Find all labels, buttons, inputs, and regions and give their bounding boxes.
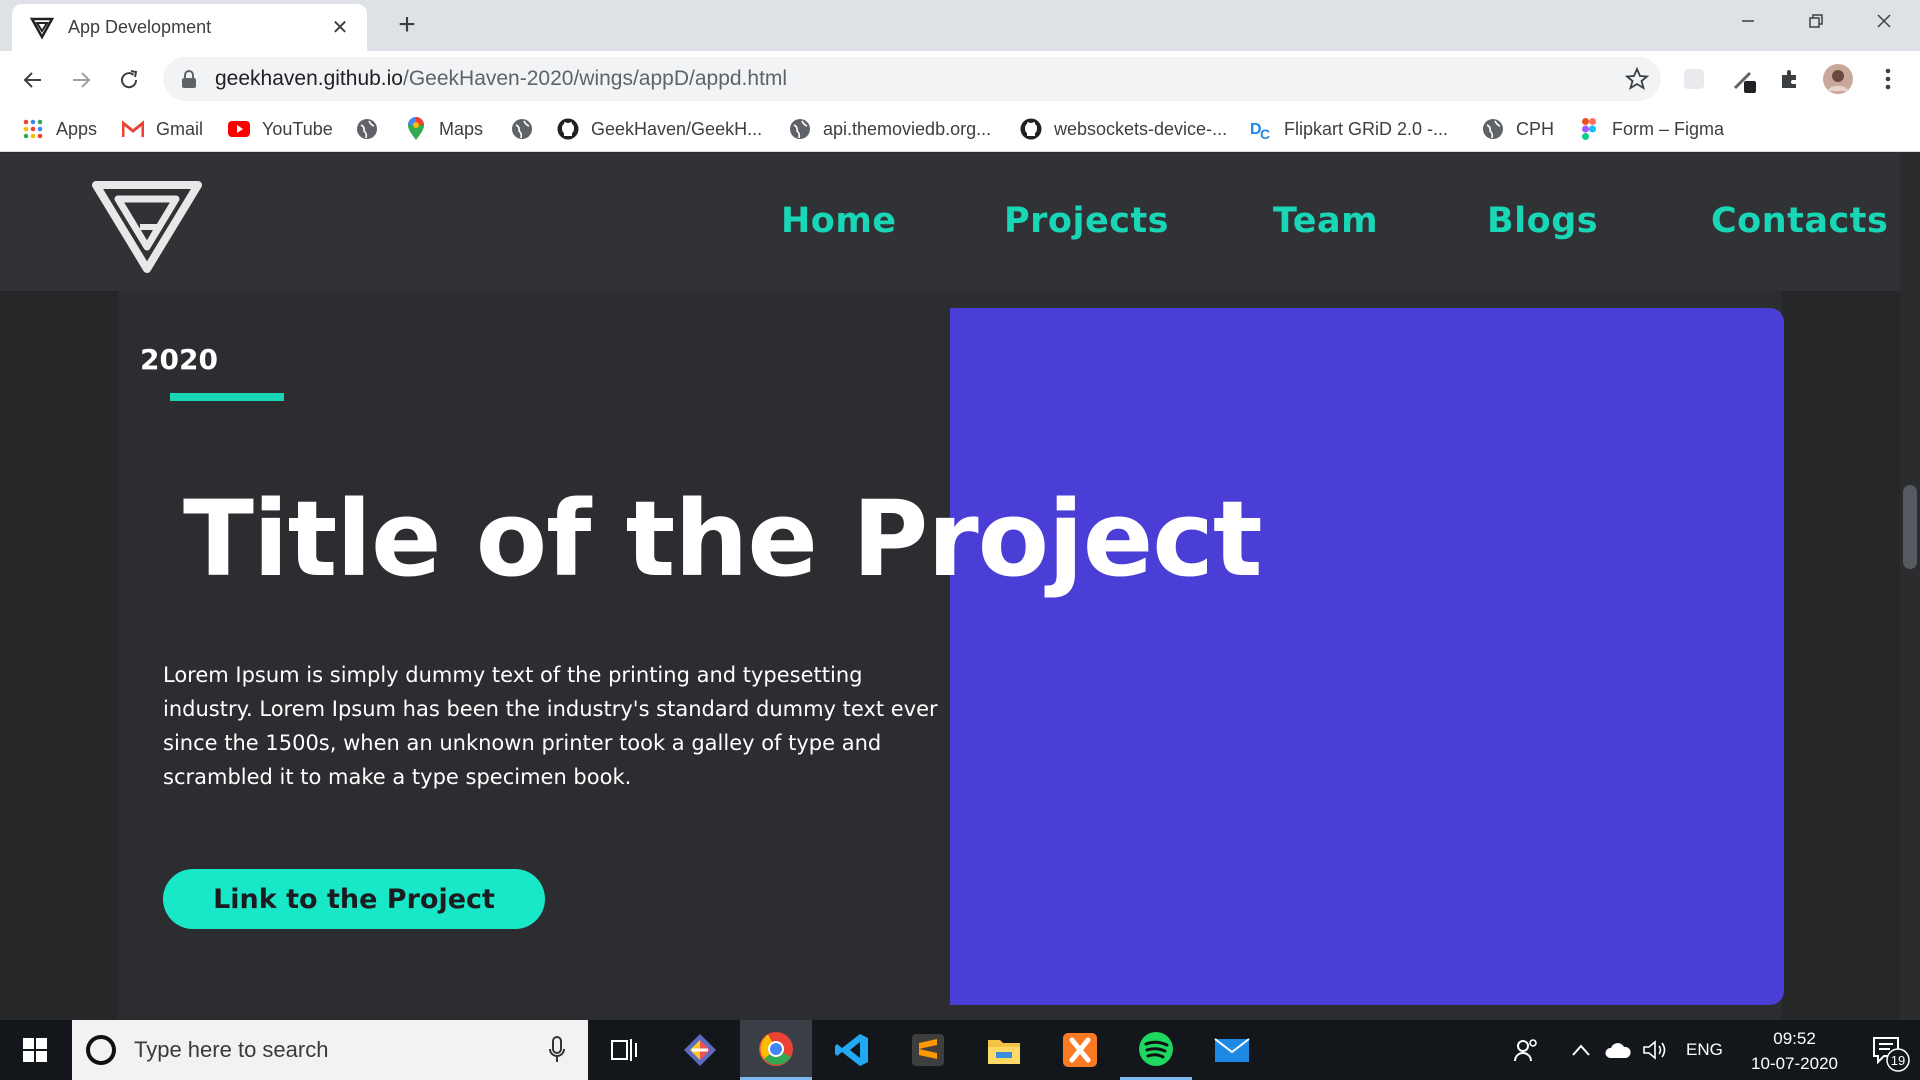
tab-close-icon[interactable]: ✕ — [325, 13, 355, 43]
bookmark-star-icon[interactable] — [1625, 67, 1649, 91]
bookmark-youtube[interactable]: YouTube — [228, 115, 333, 143]
bookmark-label: websockets-device-... — [1054, 118, 1228, 139]
bookmark-apps[interactable]: Apps — [22, 115, 97, 143]
bookmark-label: Gmail — [156, 118, 204, 139]
action-center-icon[interactable]: 19 — [1870, 1032, 1910, 1072]
bookmark-gmail[interactable]: Gmail — [122, 115, 203, 143]
cortana-icon — [86, 1035, 116, 1065]
nav-contacts[interactable]: Contacts — [1711, 201, 1888, 241]
system-clock[interactable]: 09:52 10-07-2020 — [1751, 1026, 1838, 1076]
microphone-icon[interactable] — [548, 1036, 566, 1064]
browser-tab[interactable]: App Development ✕ — [12, 4, 367, 51]
nav-team[interactable]: Team — [1273, 201, 1378, 241]
nav-blogs[interactable]: Blogs — [1487, 201, 1598, 241]
xampp-icon[interactable] — [1044, 1020, 1116, 1080]
bookmarks-bar: Apps Gmail YouTube Maps GeekHaven/GeekH.… — [0, 106, 1920, 152]
svg-text:C: C — [1260, 126, 1270, 141]
lock-icon — [182, 70, 196, 88]
forward-icon[interactable] — [64, 63, 98, 97]
project-year: 2020 — [140, 343, 218, 376]
project-link-button[interactable]: Link to the Project — [163, 869, 545, 929]
bookmark-label: Flipkart GRiD 2.0 -... — [1284, 118, 1449, 139]
windows-taskbar: Type here to search ENG 09:52 10-07-2020… — [0, 1020, 1920, 1080]
project-image-panel — [950, 308, 1784, 1005]
bookmark-websockets[interactable]: websockets-device-... — [1020, 115, 1227, 143]
github-icon — [557, 118, 579, 140]
tab-title: App Development — [68, 17, 212, 37]
clock-time: 09:52 — [1773, 1029, 1816, 1048]
bookmark-label: Maps — [439, 118, 484, 139]
figma-icon — [1578, 118, 1600, 140]
onedrive-icon[interactable] — [1604, 1020, 1632, 1080]
browser-menu-icon[interactable] — [1872, 63, 1904, 95]
sublime-text-icon[interactable] — [892, 1020, 964, 1080]
language-indicator[interactable]: ENG — [1686, 1020, 1723, 1080]
notification-count: 19 — [1891, 1053, 1905, 1068]
site-navbar: Home Projects Team Blogs Contacts — [0, 153, 1900, 291]
close-window-icon[interactable] — [1850, 0, 1918, 42]
bookmark-globe[interactable] — [356, 115, 390, 143]
nav-projects[interactable]: Projects — [1004, 201, 1169, 241]
globe-icon — [1482, 118, 1504, 140]
people-icon[interactable] — [1514, 1020, 1540, 1080]
bookmark-label: YouTube — [262, 118, 333, 139]
spotify-icon[interactable] — [1120, 1020, 1192, 1080]
bookmark-globe[interactable] — [511, 115, 545, 143]
geekhaven-logo-icon[interactable] — [92, 181, 202, 273]
new-tab-icon[interactable]: + — [392, 8, 422, 41]
eyedropper-extension-icon[interactable] — [1728, 63, 1760, 95]
extensions-puzzle-icon[interactable] — [1774, 63, 1806, 95]
bookmark-label: CPH — [1516, 118, 1555, 139]
bookmark-label: Form – Figma — [1612, 118, 1725, 139]
bookmark-cph[interactable]: CPH — [1482, 115, 1554, 143]
bookmark-label: api.themoviedb.org... — [823, 118, 992, 139]
reload-icon[interactable] — [112, 63, 146, 97]
minimize-icon[interactable] — [1714, 0, 1782, 42]
browser-tabstrip: App Development ✕ + — [0, 0, 1920, 51]
year-underline — [170, 393, 284, 401]
restore-icon[interactable] — [1782, 0, 1850, 42]
scrollbar-thumb[interactable] — [1903, 485, 1917, 569]
bookmark-themoviedb[interactable]: api.themoviedb.org... — [789, 115, 991, 143]
gitkraken-icon[interactable] — [664, 1020, 736, 1080]
globe-icon — [511, 118, 533, 140]
back-icon[interactable] — [16, 63, 50, 97]
maps-pin-icon — [405, 117, 427, 140]
bookmark-geekhaven-github[interactable]: GeekHaven/GeekH... — [557, 115, 762, 143]
volume-icon[interactable] — [1642, 1020, 1668, 1080]
file-explorer-icon[interactable] — [968, 1020, 1040, 1080]
globe-icon — [356, 118, 378, 140]
apps-grid-icon — [22, 118, 44, 140]
address-bar[interactable]: geekhaven.github.io/GeekHaven-2020/wings… — [163, 57, 1661, 101]
bookmark-label: GeekHaven/GeekH... — [591, 118, 763, 139]
bookmark-label: Apps — [56, 118, 98, 139]
taskbar-search[interactable]: Type here to search — [72, 1020, 588, 1080]
geekhaven-favicon-icon — [30, 17, 54, 40]
nav-home[interactable]: Home — [781, 201, 897, 241]
mail-icon[interactable] — [1196, 1020, 1268, 1080]
chrome-taskbar-icon[interactable] — [740, 1020, 812, 1080]
github-icon — [1020, 118, 1042, 140]
globe-icon — [789, 118, 811, 140]
project-description: Lorem Ipsum is simply dummy text of the … — [163, 663, 938, 789]
bookmark-flipkart-grid[interactable]: DC Flipkart GRiD 2.0 -... — [1250, 115, 1448, 143]
clock-date: 10-07-2020 — [1751, 1054, 1838, 1073]
profile-avatar[interactable] — [1822, 63, 1854, 95]
windows-start-icon[interactable] — [0, 1020, 70, 1080]
gmail-icon — [122, 118, 144, 140]
dare2compete-icon: DC — [1250, 118, 1272, 141]
youtube-icon — [228, 118, 250, 140]
project-title: Title of the Project — [183, 478, 1263, 600]
search-placeholder: Type here to search — [134, 1037, 329, 1062]
web-page: Home Projects Team Blogs Contacts 2020 T… — [0, 153, 1920, 1019]
browser-toolbar: geekhaven.github.io/GeekHaven-2020/wings… — [0, 51, 1920, 106]
bookmark-maps[interactable]: Maps — [405, 115, 483, 143]
bookmark-figma[interactable]: Form – Figma — [1578, 115, 1724, 143]
chevron-up-icon[interactable] — [1572, 1020, 1590, 1080]
extension-icon[interactable] — [1678, 63, 1710, 95]
vscode-icon[interactable] — [816, 1020, 888, 1080]
url-text: geekhaven.github.io/GeekHaven-2020/wings… — [215, 67, 788, 90]
page-scrollbar[interactable] — [1900, 153, 1920, 1019]
task-view-icon[interactable] — [588, 1020, 660, 1080]
